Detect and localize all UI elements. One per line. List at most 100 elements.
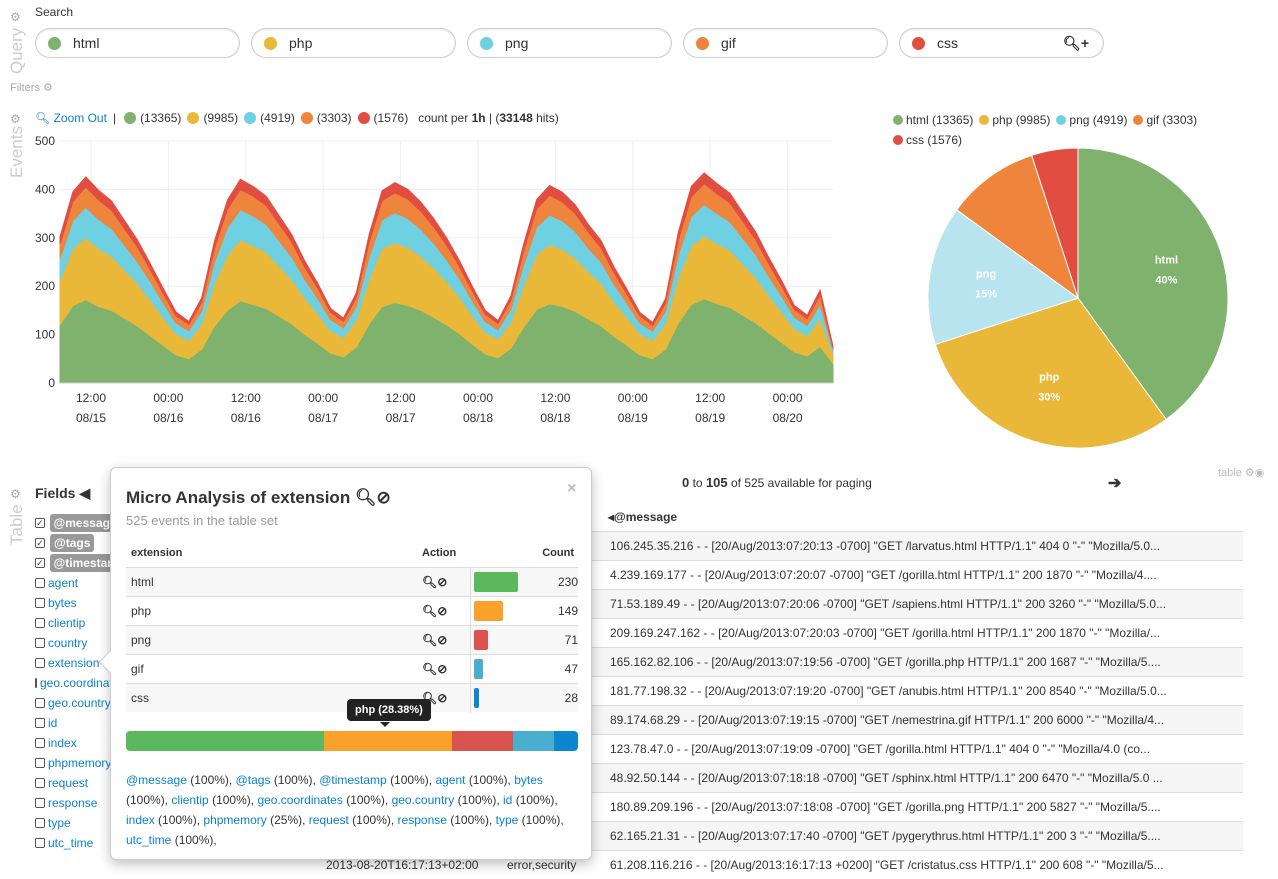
- checkbox[interactable]: [35, 758, 45, 768]
- field-item[interactable]: geo.coordinates: [35, 673, 115, 693]
- checkbox[interactable]: [35, 698, 45, 708]
- ban-icon[interactable]: ⊘: [437, 662, 447, 676]
- checkbox[interactable]: [35, 818, 45, 828]
- legend-dot-icon[interactable]: [300, 112, 313, 124]
- field-link[interactable]: geo.country: [48, 696, 111, 710]
- table-gear-icon[interactable]: ⚙: [10, 487, 21, 501]
- ban-icon[interactable]: ⊘: [437, 575, 447, 589]
- distribution-bar[interactable]: [126, 731, 578, 751]
- field-link[interactable]: extension: [48, 656, 99, 670]
- field-tag[interactable]: @timestamp: [49, 554, 115, 572]
- field-link[interactable]: bytes: [48, 596, 77, 610]
- field-item[interactable]: response: [35, 793, 115, 813]
- zoom-out-button[interactable]: 🔍︎ Zoom Out: [35, 111, 107, 125]
- coverage-field-link[interactable]: @message: [126, 773, 187, 787]
- distribution-segment-png[interactable]: [452, 731, 514, 751]
- filters-toggle[interactable]: Filters ⚙: [10, 81, 53, 94]
- checkbox[interactable]: [35, 738, 45, 748]
- selected-field[interactable]: ✓ @message: [35, 513, 115, 533]
- field-link[interactable]: type: [48, 816, 71, 830]
- coverage-field-link[interactable]: utc_time: [126, 833, 171, 847]
- coverage-field-link[interactable]: request: [309, 813, 349, 827]
- field-link[interactable]: phpmemory: [48, 756, 111, 770]
- field-link[interactable]: geo.coordinates: [40, 676, 115, 690]
- ban-icon[interactable]: ⊘: [437, 604, 447, 618]
- checkbox-checked[interactable]: ✓: [35, 538, 45, 548]
- field-link[interactable]: id: [48, 716, 57, 730]
- checkbox[interactable]: [35, 618, 45, 628]
- query-input-png[interactable]: png: [467, 28, 672, 58]
- checkbox[interactable]: [35, 578, 45, 588]
- color-dot-icon[interactable]: [696, 36, 709, 50]
- pie-legend-item[interactable]: php (9985): [979, 110, 1050, 130]
- extension-pie-chart[interactable]: html 40% php 30% png 15%: [920, 140, 1240, 460]
- events-area-chart[interactable]: 0 100 200 300 400 500 12:00 08/15 00:00 08/16 12:0…: [0, 130, 860, 430]
- message-column-header[interactable]: ◂@message: [608, 510, 677, 524]
- collapse-fields-icon[interactable]: ◀: [79, 485, 90, 501]
- checkbox[interactable]: [35, 678, 37, 688]
- pie-legend-item[interactable]: html (13365): [893, 110, 973, 130]
- close-icon[interactable]: ×: [567, 480, 576, 498]
- search-icon[interactable]: 🔍︎: [422, 604, 437, 618]
- query-input-php[interactable]: php: [251, 28, 456, 58]
- color-dot-icon[interactable]: [264, 36, 277, 50]
- coverage-field-link[interactable]: geo.coordinates: [257, 793, 342, 807]
- legend-dot-icon[interactable]: [124, 112, 137, 124]
- ban-icon[interactable]: ⊘: [437, 633, 447, 647]
- pie-legend-item[interactable]: gif (3303): [1133, 110, 1197, 130]
- pie-legend-item[interactable]: png (4919): [1056, 110, 1127, 130]
- distribution-segment-html[interactable]: [126, 731, 325, 751]
- checkbox[interactable]: [35, 598, 45, 608]
- field-item[interactable]: request: [35, 773, 115, 793]
- search-icon[interactable]: 🔍︎: [422, 633, 437, 647]
- coverage-field-link[interactable]: type: [496, 813, 519, 827]
- field-item[interactable]: agent: [35, 573, 115, 593]
- field-link[interactable]: agent: [48, 576, 78, 590]
- field-item[interactable]: index: [35, 733, 115, 753]
- checkbox[interactable]: [35, 838, 45, 848]
- checkbox-checked[interactable]: ✓: [35, 518, 45, 528]
- color-dot-icon[interactable]: [48, 36, 61, 50]
- table-settings-icon[interactable]: ⚙: [1245, 467, 1255, 479]
- field-link[interactable]: response: [48, 796, 97, 810]
- search-icon[interactable]: 🔍︎: [355, 488, 377, 507]
- field-link[interactable]: utc_time: [48, 836, 93, 850]
- color-dot-icon[interactable]: [480, 36, 493, 50]
- query-input-html[interactable]: html: [35, 28, 240, 58]
- field-link[interactable]: index: [48, 736, 77, 750]
- coverage-field-link[interactable]: bytes: [514, 773, 543, 787]
- field-item[interactable]: clientip: [35, 613, 115, 633]
- coverage-field-link[interactable]: geo.country: [392, 793, 455, 807]
- coverage-field-link[interactable]: phpmemory: [203, 813, 266, 827]
- coverage-field-link[interactable]: response: [398, 813, 447, 827]
- ban-icon[interactable]: ⊘: [437, 691, 447, 705]
- checkbox[interactable]: [35, 658, 45, 668]
- table-eye-icon[interactable]: ◉: [1255, 467, 1265, 479]
- coverage-field-link[interactable]: clientip: [171, 793, 208, 807]
- field-tag[interactable]: @tags: [50, 534, 95, 552]
- coverage-field-link[interactable]: @timestamp: [319, 773, 387, 787]
- coverage-field-link[interactable]: agent: [435, 773, 465, 787]
- coverage-field-link[interactable]: @tags: [236, 773, 271, 787]
- field-tag[interactable]: @message: [49, 514, 115, 532]
- field-link[interactable]: request: [48, 776, 88, 790]
- search-icon[interactable]: 🔍︎: [422, 575, 437, 589]
- checkbox[interactable]: [35, 778, 45, 788]
- coverage-field-link[interactable]: index: [126, 813, 155, 827]
- field-link[interactable]: clientip: [48, 616, 85, 630]
- distribution-segment-gif[interactable]: [513, 731, 554, 751]
- next-page-arrow-icon[interactable]: ➔: [1108, 473, 1121, 493]
- distribution-segment-php[interactable]: [324, 731, 453, 751]
- checkbox[interactable]: [35, 718, 45, 728]
- color-dot-icon[interactable]: [912, 36, 925, 50]
- field-item[interactable]: bytes: [35, 593, 115, 613]
- selected-field[interactable]: ✓ @timestamp: [35, 553, 115, 573]
- field-item[interactable]: country: [35, 633, 115, 653]
- field-item[interactable]: geo.country: [35, 693, 115, 713]
- field-item[interactable]: phpmemory: [35, 753, 115, 773]
- field-link[interactable]: country: [48, 636, 87, 650]
- distribution-segment-css[interactable]: [553, 731, 578, 751]
- coverage-field-link[interactable]: id: [503, 793, 512, 807]
- query-gear-icon[interactable]: ⚙: [10, 10, 21, 24]
- checkbox[interactable]: [35, 798, 45, 808]
